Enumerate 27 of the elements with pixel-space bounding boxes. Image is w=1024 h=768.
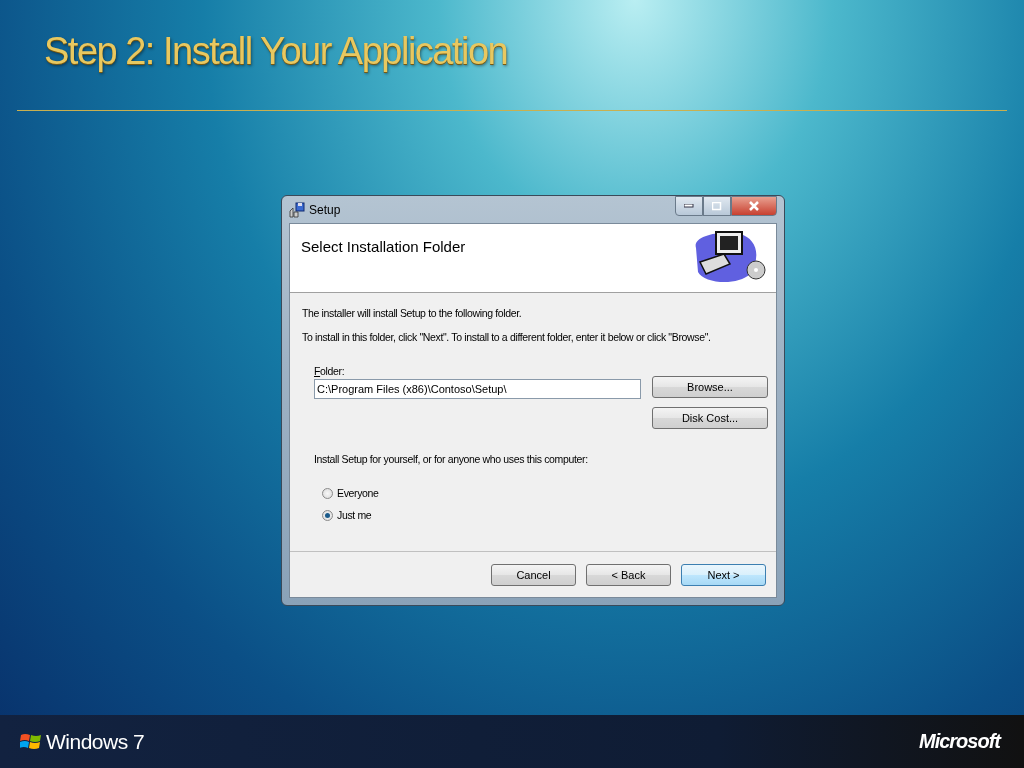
close-button[interactable]	[731, 196, 777, 216]
instruction-text: The installer will install Setup to the following folder.	[302, 307, 523, 319]
minimize-icon	[684, 204, 694, 208]
dialog-button[interactable]: < Back	[586, 563, 671, 586]
maximize-icon	[712, 201, 722, 211]
radio-button[interactable]	[322, 487, 333, 499]
maximize-button[interactable]	[703, 196, 731, 216]
instruction-text: To install in this folder, click "Next". To install to a different folder, enter it below or click "Browse".	[302, 331, 712, 343]
dialog-button[interactable]: Next >	[681, 563, 766, 586]
slide-title: Step 2: Install Your Application	[44, 29, 509, 74]
radio-label: Just me	[337, 509, 372, 521]
close-icon	[748, 201, 760, 211]
dialog-button[interactable]: Disk Cost...	[652, 407, 768, 429]
dialog-button[interactable]: Cancel	[491, 563, 576, 586]
windows-flag-icon	[20, 731, 42, 752]
folder-field[interactable]: C:\Program Files (x86)\Contoso\Setup\	[314, 379, 641, 399]
radio-button[interactable]	[322, 509, 333, 521]
radio-label: Everyone	[337, 487, 379, 499]
installer-icon	[289, 201, 305, 218]
folder-label: Folder:	[314, 365, 346, 377]
scope-prompt: Install Setup for yourself, or for anyone who uses this computer:	[313, 453, 589, 465]
minimize-button[interactable]	[675, 196, 703, 216]
brand-logo: Microsoft	[919, 730, 1000, 753]
product-name: Windows 7	[46, 729, 145, 754]
dialog-button[interactable]: Browse...	[652, 376, 768, 398]
window-title: Setup	[309, 202, 341, 217]
page-heading: Select Installation Folder	[301, 238, 466, 257]
